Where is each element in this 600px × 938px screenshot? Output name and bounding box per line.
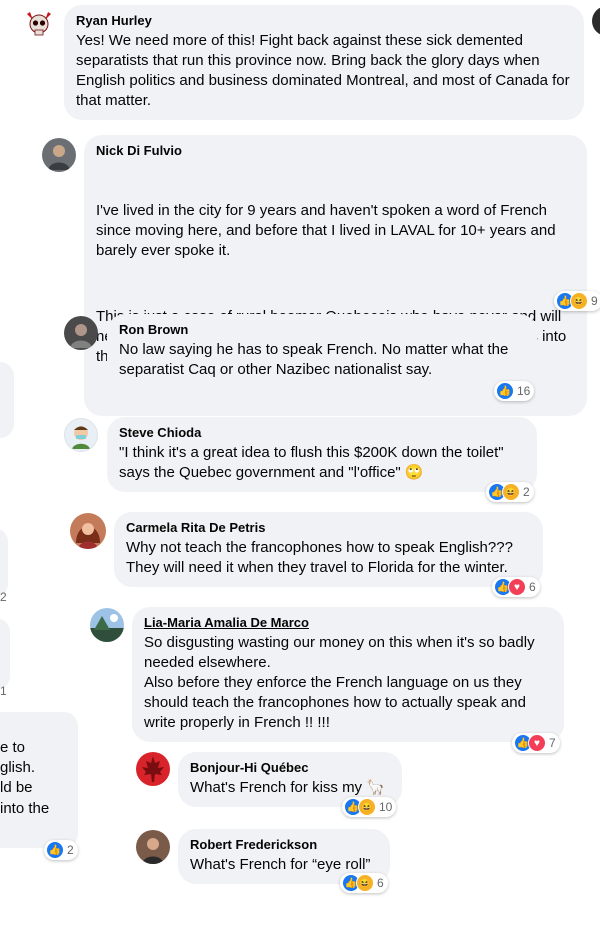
like-icon: 👍 [46, 841, 64, 859]
comment-author[interactable]: Bonjour-Hi Québec [190, 760, 390, 776]
comment-bubble: Carmela Rita De Petris Why not teach the… [114, 512, 543, 587]
comment-bubble: Ryan Hurley Yes! We need more of this! F… [64, 5, 584, 120]
haha-icon: 😆 [502, 483, 520, 501]
avatar[interactable] [22, 8, 56, 42]
reaction-summary[interactable]: 👍 😆 2 [486, 482, 534, 502]
like-icon: 👍 [496, 382, 514, 400]
avatar[interactable] [90, 608, 124, 642]
reaction-summary[interactable]: 👍 ♥ 7 [512, 733, 560, 753]
reaction-summary[interactable]: 👍 😆 6 [340, 873, 388, 893]
cartoon-face-icon [72, 426, 90, 449]
person-icon [76, 523, 100, 549]
cropped-comment-bubble [0, 618, 10, 690]
maple-leaf-icon [142, 756, 164, 782]
avatar[interactable] [136, 830, 170, 864]
love-icon: ♥ [508, 578, 526, 596]
cropped-reaction-count: 1 [0, 684, 7, 698]
avatar[interactable] [70, 513, 106, 549]
comment-author[interactable]: Lia-Maria Amalia De Marco [144, 615, 552, 631]
comment-text: What's French for kiss my 🦙 [190, 779, 385, 796]
comment-text: "I think it's a great idea to flush this… [119, 444, 508, 481]
cropped-reaction-count: 2 [0, 590, 7, 604]
comment-author[interactable]: Ryan Hurley [76, 13, 572, 29]
comment-text: So disgusting wasting our money on this … [144, 634, 535, 731]
comment-bubble: Lia-Maria Amalia De Marco So disgusting … [132, 607, 564, 742]
comment-text: Yes! We need more of this! Fight back ag… [76, 32, 574, 109]
haha-icon: 😆 [356, 874, 374, 892]
cropped-comment-line: ld be [0, 779, 33, 796]
cropped-avatar[interactable] [592, 6, 600, 36]
comment-author[interactable]: Steve Chioda [119, 425, 525, 441]
skull-icon [27, 12, 51, 36]
reaction-summary[interactable]: 👍 2 [44, 840, 78, 860]
comment-text: No law saying he has to speak French. No… [119, 341, 513, 378]
comment-bubble: Steve Chioda "I think it's a great idea … [107, 417, 537, 492]
person-icon [48, 145, 70, 170]
landscape-icon [90, 614, 124, 642]
person-icon [70, 324, 92, 348]
cropped-comment-bubble [0, 528, 8, 598]
comment-bubble: Ron Brown No law saying he has to speak … [107, 314, 537, 389]
comment-author[interactable]: Carmela Rita De Petris [126, 520, 531, 536]
comment-author[interactable]: Ron Brown [119, 322, 525, 338]
comment-text: What's French for “eye roll” [190, 856, 371, 873]
avatar[interactable] [136, 752, 170, 786]
avatar[interactable] [64, 418, 98, 452]
comment-author[interactable]: Nick Di Fulvio [96, 143, 575, 159]
cropped-comment-bubble [0, 362, 14, 438]
cropped-comment-line: e to [0, 739, 26, 756]
love-icon: ♥ [528, 734, 546, 752]
cropped-comment-line: into the [0, 800, 50, 817]
reaction-summary[interactable]: 👍 16 [494, 381, 535, 401]
person-icon [142, 838, 164, 864]
comment-text: Why not teach the francophones how to sp… [126, 539, 517, 576]
reaction-summary[interactable]: 👍 😆 9 [554, 291, 600, 311]
comment-author[interactable]: Robert Frederickson [190, 837, 378, 853]
reaction-summary[interactable]: 👍 ♥ 6 [492, 577, 540, 597]
reaction-summary[interactable]: 👍 😆 10 [342, 797, 397, 817]
cropped-comment-line: glish. [0, 759, 36, 776]
avatar[interactable] [42, 138, 76, 172]
avatar[interactable] [64, 316, 98, 350]
haha-icon: 😆 [570, 292, 588, 310]
comment-text: I've lived in the city for 9 years and h… [96, 202, 560, 259]
haha-icon: 😆 [358, 798, 376, 816]
